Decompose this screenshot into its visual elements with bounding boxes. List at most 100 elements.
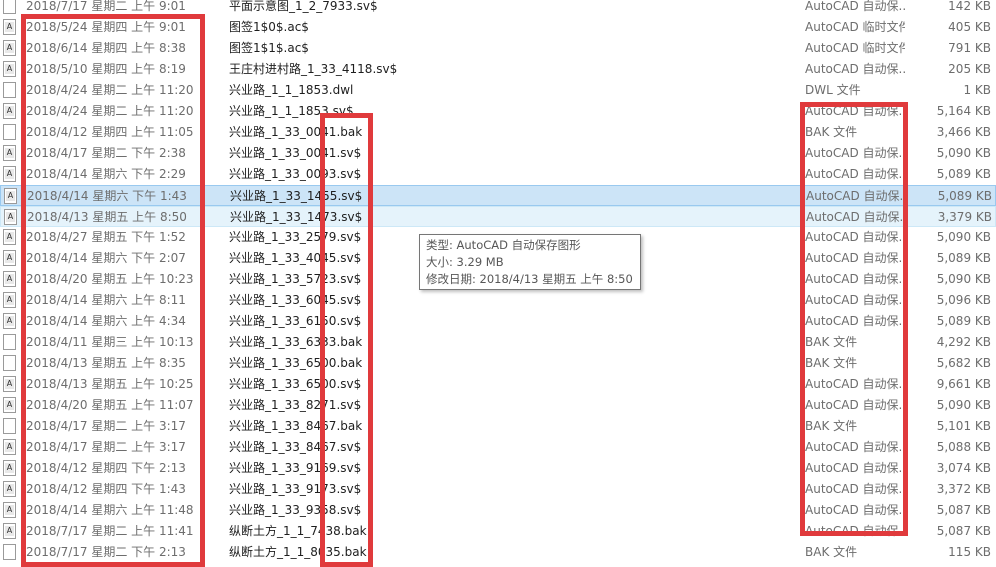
file-name: 纵断土方_1_1_7438.bak	[229, 524, 367, 538]
file-size: 5,096 KB	[936, 293, 991, 307]
file-modified-date: 2018/5/10 星期四 上午 8:19	[26, 62, 186, 76]
file-type: AutoCAD 自动保...	[805, 377, 905, 391]
file-type: AutoCAD 自动保...	[805, 440, 905, 454]
file-name: 平面示意图_1_2_7933.sv$	[229, 0, 378, 13]
file-row[interactable]: 2018/4/11 星期三 上午 10:13 兴业路_1_33_6333.bak B…	[0, 332, 996, 353]
file-name: 兴业路_1_33_8467.bak	[229, 419, 363, 433]
cad-file-icon	[3, 227, 19, 248]
cad-file-icon	[3, 269, 19, 290]
file-modified-date: 2018/4/14 星期六 下午 2:07	[26, 251, 186, 265]
file-modified-date: 2018/7/17 星期二 下午 2:13	[26, 545, 186, 559]
file-row[interactable]: 2018/4/24 星期二 上午 11:20 兴业路_1_1_1853.sv$ Au…	[0, 101, 996, 122]
file-size: 5,164 KB	[936, 104, 991, 118]
file-row[interactable]: 2018/4/14 星期六 上午 8:11 兴业路_1_33_6045.sv$ Au…	[0, 290, 996, 311]
file-row[interactable]: 2018/4/24 星期二 上午 11:20 兴业路_1_1_1853.dwl DW…	[0, 80, 996, 101]
cad-file-icon	[3, 479, 19, 500]
file-name: 兴业路_1_33_6045.sv$	[229, 293, 362, 307]
cad-file-icon	[3, 374, 19, 395]
file-type: AutoCAD 自动保...	[805, 503, 905, 517]
file-type: BAK 文件	[805, 125, 858, 139]
file-row[interactable]: 2018/4/14 星期六 下午 2:29 兴业路_1_33_0093.sv$ Au…	[0, 164, 996, 185]
file-size: 5,087 KB	[936, 524, 991, 538]
file-modified-date: 2018/4/20 星期五 上午 10:23	[26, 272, 194, 286]
cad-file-icon	[3, 101, 19, 122]
file-type: AutoCAD 自动保...	[806, 189, 906, 203]
file-size: 142 KB	[948, 0, 991, 13]
file-modified-date: 2018/5/24 星期四 上午 9:01	[26, 20, 186, 34]
file-row[interactable]: 2018/4/20 星期五 上午 11:07 兴业路_1_33_8271.sv$ A…	[0, 395, 996, 416]
file-row[interactable]: 2018/4/12 星期四 上午 11:05 兴业路_1_33_0041.bak B…	[0, 122, 996, 143]
file-type: AutoCAD 自动保...	[805, 62, 905, 76]
file-type: AutoCAD 自动保...	[805, 146, 905, 160]
cad-file-icon	[3, 311, 19, 332]
file-modified-date: 2018/4/13 星期五 上午 8:35	[26, 356, 186, 370]
file-row[interactable]: 2018/5/10 星期四 上午 8:19 王庄村进村路_1_33_4118.sv…	[0, 59, 996, 80]
file-type: BAK 文件	[805, 545, 858, 559]
cad-file-icon	[3, 290, 19, 311]
file-name: 兴业路_1_33_9173.sv$	[229, 482, 362, 496]
file-size: 5,089 KB	[937, 189, 992, 203]
file-row[interactable]: 2018/4/12 星期四 下午 2:13 兴业路_1_33_9169.sv$ Au…	[0, 458, 996, 479]
file-modified-date: 2018/6/14 星期四 上午 8:38	[26, 41, 186, 55]
file-type: AutoCAD 自动保...	[805, 524, 905, 538]
file-type: AutoCAD 自动保...	[805, 0, 905, 13]
file-modified-date: 2018/4/17 星期二 下午 2:38	[26, 146, 186, 160]
file-row[interactable]: 2018/4/17 星期二 上午 3:17 兴业路_1_33_8467.bak BA…	[0, 416, 996, 437]
file-icon	[3, 332, 19, 353]
file-icon	[3, 542, 19, 563]
file-modified-date: 2018/7/17 星期二 上午 9:01	[26, 0, 186, 13]
cad-file-icon	[3, 164, 19, 185]
file-row[interactable]: 2018/5/24 星期四 上午 9:01 图签1$0$.ac$ AutoCAD 临…	[0, 17, 996, 38]
file-type: AutoCAD 自动保...	[805, 167, 905, 181]
file-type: AutoCAD 自动保...	[805, 272, 905, 286]
file-row[interactable]: 2018/4/13 星期五 上午 10:25 兴业路_1_33_6500.sv$ A…	[0, 374, 996, 395]
file-modified-date: 2018/4/14 星期六 上午 4:34	[26, 314, 186, 328]
file-modified-date: 2018/4/11 星期三 上午 10:13	[26, 335, 194, 349]
file-name: 兴业路_1_33_6333.bak	[229, 335, 363, 349]
file-info-tooltip: 类型: AutoCAD 自动保存图形 大小: 3.29 MB 修改日期: 201…	[419, 234, 641, 290]
file-size: 5,089 KB	[936, 314, 991, 328]
file-name: 兴业路_1_33_9358.sv$	[229, 503, 362, 517]
file-name: 兴业路_1_33_6150.sv$	[229, 314, 362, 328]
file-name: 图签1$0$.ac$	[229, 20, 309, 34]
file-size: 5,101 KB	[936, 419, 991, 433]
cad-file-icon	[3, 17, 19, 38]
file-name: 王庄村进村路_1_33_4118.sv$	[229, 62, 398, 76]
file-size: 5,090 KB	[936, 146, 991, 160]
file-name: 兴业路_1_33_0093.sv$	[229, 167, 362, 181]
file-row[interactable]: 2018/4/13 星期五 上午 8:35 兴业路_1_33_6500.bak BA…	[0, 353, 996, 374]
file-row[interactable]: 2018/7/17 星期二 上午 9:01 平面示意图_1_2_7933.sv$ A…	[0, 0, 996, 17]
file-icon	[3, 416, 19, 437]
cad-file-icon	[4, 207, 20, 228]
file-type: AutoCAD 临时文件	[805, 41, 905, 55]
file-row[interactable]: 2018/6/14 星期四 上午 8:38 图签1$1$.ac$ AutoCAD 临…	[0, 38, 996, 59]
file-type: AutoCAD 自动保...	[805, 230, 905, 244]
file-modified-date: 2018/4/12 星期四 上午 11:05	[26, 125, 194, 139]
file-row[interactable]: 2018/4/13 星期五 上午 8:50 兴业路_1_33_1473.sv$ Au…	[0, 206, 996, 227]
file-type: AutoCAD 自动保...	[805, 398, 905, 412]
file-icon	[3, 80, 19, 101]
file-name: 兴业路_1_33_0041.bak	[229, 125, 363, 139]
file-name: 兴业路_1_33_6500.bak	[229, 356, 363, 370]
file-modified-date: 2018/4/14 星期六 下午 1:43	[27, 189, 187, 203]
file-row[interactable]: 2018/4/14 星期六 上午 4:34 兴业路_1_33_6150.sv$ Au…	[0, 311, 996, 332]
file-row[interactable]: 2018/7/17 星期二 上午 11:41 纵断土方_1_1_7438.bak A…	[0, 521, 996, 542]
file-row[interactable]: 2018/4/17 星期二 下午 2:38 兴业路_1_33_0041.sv$ Au…	[0, 143, 996, 164]
file-modified-date: 2018/4/14 星期六 上午 8:11	[26, 293, 186, 307]
file-type: AutoCAD 自动保...	[805, 104, 905, 118]
file-row[interactable]: 2018/4/17 星期二 上午 3:17 兴业路_1_33_8467.sv$ Au…	[0, 437, 996, 458]
file-row[interactable]: 2018/7/17 星期二 下午 2:13 纵断土方_1_1_8035.bak BA…	[0, 542, 996, 563]
file-size: 115 KB	[948, 545, 991, 559]
file-name: 兴业路_1_33_4045.sv$	[229, 251, 362, 265]
file-size: 205 KB	[948, 62, 991, 76]
file-row[interactable]: 2018/4/14 星期六 上午 11:48 兴业路_1_33_9358.sv$ A…	[0, 500, 996, 521]
file-type: AutoCAD 临时文件	[805, 20, 905, 34]
file-modified-date: 2018/4/24 星期二 上午 11:20	[26, 83, 194, 97]
file-size: 405 KB	[948, 20, 991, 34]
file-name: 兴业路_1_33_1473.sv$	[230, 210, 363, 224]
cad-file-icon	[3, 458, 19, 479]
file-row[interactable]: 2018/4/14 星期六 下午 1:43 兴业路_1_33_1455.sv$ Au…	[0, 185, 996, 206]
file-name: 兴业路_1_33_8271.sv$	[229, 398, 362, 412]
file-modified-date: 2018/4/17 星期二 上午 3:17	[26, 419, 186, 433]
file-row[interactable]: 2018/4/12 星期四 下午 1:43 兴业路_1_33_9173.sv$ Au…	[0, 479, 996, 500]
